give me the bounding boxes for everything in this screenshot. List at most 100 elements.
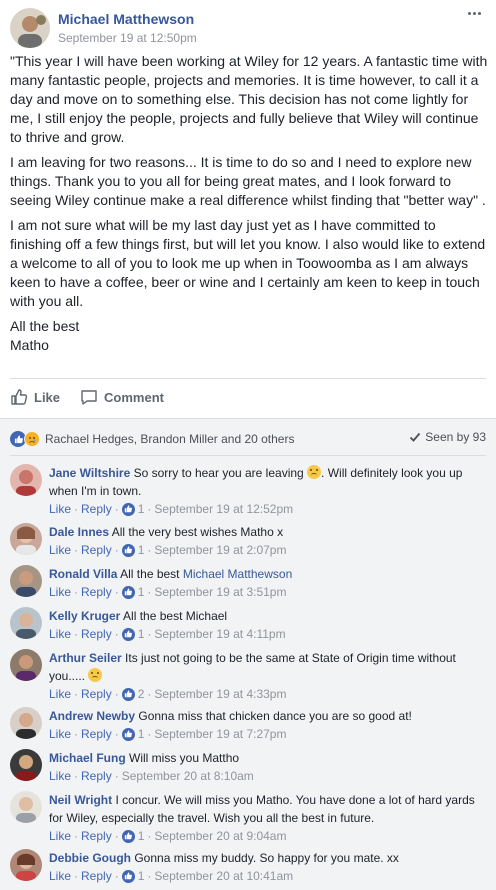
comment-reply-link[interactable]: Reply: [81, 541, 112, 559]
feedback-section: Rachael Hedges, Brandon Miller and 20 ot…: [0, 418, 496, 890]
commenter-avatar[interactable]: [10, 523, 42, 555]
mention-link[interactable]: Michael Matthewson: [183, 567, 292, 581]
comment-text: Gonna miss that chicken dance you are so…: [138, 709, 412, 723]
comment-icon: [81, 390, 97, 405]
commenter-avatar[interactable]: [10, 649, 42, 681]
comment-reply-link[interactable]: Reply: [81, 625, 112, 643]
divider: [10, 455, 486, 456]
commenter-name[interactable]: Neil Wright: [49, 793, 112, 807]
comment-time[interactable]: September 19 at 3:51pm: [154, 583, 286, 601]
comment-like-link[interactable]: Like: [49, 541, 71, 559]
commenter-name[interactable]: Andrew Newby: [49, 709, 135, 723]
like-count[interactable]: 1: [138, 583, 145, 601]
author-avatar[interactable]: [10, 8, 50, 48]
comment-text: Will miss you Mattho: [129, 751, 240, 765]
comment-reply-link[interactable]: Reply: [81, 767, 112, 785]
comment-item: Ronald Villa All the best Michael Matthe…: [10, 565, 486, 601]
comment-label: Comment: [104, 389, 164, 405]
comment-text: All the very best wishes Matho x: [111, 525, 284, 539]
like-count-icon: [121, 627, 135, 641]
comment-like-link[interactable]: Like: [49, 625, 71, 643]
more-options-icon[interactable]: [462, 4, 486, 22]
like-count-icon: [121, 727, 135, 741]
comment-reply-link[interactable]: Reply: [81, 685, 112, 703]
reaction-summary[interactable]: Rachael Hedges, Brandon Miller and 20 ot…: [10, 430, 486, 448]
like-count[interactable]: 1: [138, 500, 145, 518]
comment-text: I concur. We will miss you Matho. You ha…: [49, 793, 475, 825]
reaction-names[interactable]: Rachael Hedges, Brandon Miller and 20 ot…: [45, 432, 294, 446]
comment-item: Andrew Newby Gonna miss that chicken dan…: [10, 707, 486, 743]
post-card: Michael Matthewson September 19 at 12:50…: [0, 0, 496, 418]
comment-text: So sorry to hear you are leaving: [133, 466, 304, 480]
commenter-name[interactable]: Ronald Villa: [49, 567, 117, 581]
comment-button[interactable]: Comment: [80, 384, 164, 410]
comment-text: All the best Michael: [123, 609, 228, 623]
comment-item: Neil Wright I concur. We will miss you M…: [10, 791, 486, 845]
like-count[interactable]: 1: [138, 625, 145, 643]
like-count-icon: [121, 502, 135, 516]
like-count[interactable]: 1: [138, 541, 145, 559]
like-button[interactable]: Like: [10, 384, 60, 410]
commenter-name[interactable]: Arthur Seiler: [49, 651, 122, 665]
comment-reply-link[interactable]: Reply: [81, 725, 112, 743]
like-count[interactable]: 1: [138, 867, 145, 885]
comment-text: All the best: [120, 567, 180, 581]
like-count-icon: [121, 585, 135, 599]
comment-time[interactable]: September 19 at 4:33pm: [154, 685, 286, 703]
seen-by[interactable]: Seen by 93: [409, 430, 486, 444]
comment-time[interactable]: September 19 at 2:07pm: [154, 541, 286, 559]
divider: [10, 378, 486, 379]
like-count[interactable]: 1: [138, 725, 145, 743]
like-label: Like: [34, 389, 61, 405]
comment-reply-link[interactable]: Reply: [81, 827, 112, 845]
comment-reply-link[interactable]: Reply: [81, 867, 112, 885]
comment-item: Arthur Seiler Its just not going to be t…: [10, 649, 486, 703]
comment-like-link[interactable]: Like: [49, 827, 71, 845]
like-count-icon: [121, 687, 135, 701]
commenter-avatar[interactable]: [10, 565, 42, 597]
comment-item: Michael Fung Will miss you Mattho Like · R…: [10, 749, 486, 785]
post-paragraph: I am not sure what will be my last day j…: [10, 217, 486, 309]
post-paragraph: "This year I will have been working at W…: [10, 53, 488, 145]
comment-reply-link[interactable]: Reply: [81, 500, 112, 518]
comment-reply-link[interactable]: Reply: [81, 583, 112, 601]
comment-time[interactable]: September 20 at 10:41am: [154, 867, 293, 885]
post-timestamp[interactable]: September 19 at 12:50pm: [58, 29, 197, 47]
commenter-name[interactable]: Debbie Gough: [49, 851, 131, 865]
commenter-name[interactable]: Dale Innes: [49, 525, 109, 539]
comment-item: Debbie Gough Gonna miss my buddy. So hap…: [10, 849, 486, 885]
comment-item: Dale Innes All the very best wishes Math…: [10, 523, 486, 559]
comment-item: Kelly Kruger All the best Michael Like · R…: [10, 607, 486, 643]
comment-like-link[interactable]: Like: [49, 685, 71, 703]
commenter-avatar[interactable]: [10, 849, 42, 881]
commenter-name[interactable]: Kelly Kruger: [49, 609, 120, 623]
comment-time[interactable]: September 20 at 8:10am: [122, 767, 254, 785]
thumbs-up-icon: [11, 389, 28, 405]
commenter-name[interactable]: Michael Fung: [49, 751, 126, 765]
like-count[interactable]: 2: [138, 685, 145, 703]
post-paragraph: All the best Matho: [10, 318, 80, 353]
comment-like-link[interactable]: Like: [49, 867, 71, 885]
comment-like-link[interactable]: Like: [49, 725, 71, 743]
like-count[interactable]: 1: [138, 827, 145, 845]
sad-reaction-icon: [24, 431, 40, 447]
comment-like-link[interactable]: Like: [49, 500, 71, 518]
comment-time[interactable]: September 19 at 7:27pm: [154, 725, 286, 743]
commenter-name[interactable]: Jane Wiltshire: [49, 466, 130, 480]
checkmark-icon: [410, 432, 421, 442]
commenter-avatar[interactable]: [10, 464, 42, 496]
commenter-avatar[interactable]: [10, 707, 42, 739]
commenter-avatar[interactable]: [10, 607, 42, 639]
confused-emoji-icon: [307, 465, 322, 479]
comment-time[interactable]: September 19 at 4:11pm: [154, 625, 285, 643]
comment-like-link[interactable]: Like: [49, 767, 71, 785]
commenter-avatar[interactable]: [10, 791, 42, 823]
comment-time[interactable]: September 19 at 12:52pm: [154, 500, 293, 518]
comment-item: Jane Wiltshire So sorry to hear you are …: [10, 464, 486, 518]
like-count-icon: [121, 543, 135, 557]
comment-time[interactable]: September 20 at 9:04am: [154, 827, 286, 845]
comment-text: Gonna miss my buddy. So happy for you ma…: [134, 851, 399, 865]
comment-like-link[interactable]: Like: [49, 583, 71, 601]
commenter-avatar[interactable]: [10, 749, 42, 781]
author-name[interactable]: Michael Matthewson: [58, 10, 197, 28]
